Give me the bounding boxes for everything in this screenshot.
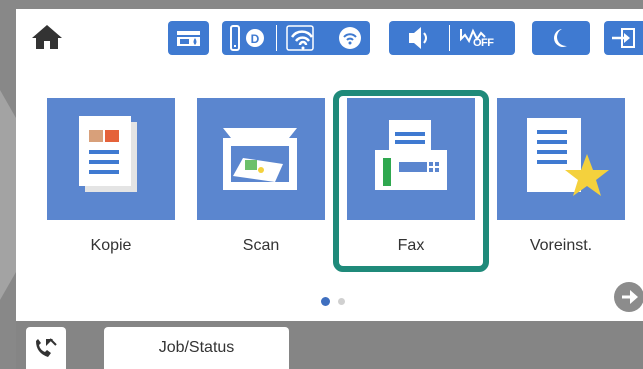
bottom-bar: Job/Status (16, 321, 643, 369)
fax-hook-button[interactable] (26, 327, 66, 369)
network-status-button[interactable]: D (222, 21, 370, 55)
arrow-right-icon (622, 290, 638, 304)
sound-icon (409, 27, 427, 49)
separator (276, 25, 277, 51)
tile-presets[interactable] (497, 98, 625, 220)
wifi-direct-icon: D (246, 29, 264, 47)
tile-scan-label: Scan (242, 237, 280, 254)
job-status-label: Job/Status (158, 339, 235, 356)
touch-screen: D OFF Kopie Scan Fax Voreinst. Job/Statu… (16, 9, 643, 369)
logout-icon (612, 28, 635, 48)
status-bar: D OFF (16, 9, 643, 67)
wifi-direct-signal-icon (339, 27, 361, 49)
tile-presets-label: Voreinst. (529, 237, 593, 254)
svg-text:D: D (251, 32, 260, 46)
home-button[interactable] (30, 23, 64, 51)
app-tiles: Kopie Scan Fax Voreinst. (16, 67, 643, 306)
sleep-button[interactable] (532, 21, 590, 55)
page-dot (338, 298, 345, 305)
next-page-button[interactable] (614, 282, 643, 312)
sleep-mode-icon (553, 29, 567, 47)
copy-icon (79, 116, 137, 192)
home-icon (32, 25, 62, 49)
eco-off-label: OFF (473, 37, 494, 49)
tile-copy-label: Kopie (90, 237, 132, 254)
wifi-icon (286, 25, 314, 51)
tile-scan[interactable] (197, 98, 325, 220)
phone-transfer-icon (36, 338, 57, 357)
presets-icon (527, 118, 609, 196)
separator (449, 25, 450, 51)
selection-highlight (333, 90, 489, 272)
login-button[interactable] (604, 21, 643, 55)
scan-icon (223, 128, 297, 190)
page-dot-active (321, 297, 330, 306)
job-status-button[interactable]: Job/Status (104, 327, 289, 369)
tile-copy[interactable] (47, 98, 175, 220)
ink-levels-button[interactable] (168, 21, 209, 55)
ink-levels-icon (177, 31, 200, 46)
sound-eco-button[interactable]: OFF (389, 21, 515, 55)
